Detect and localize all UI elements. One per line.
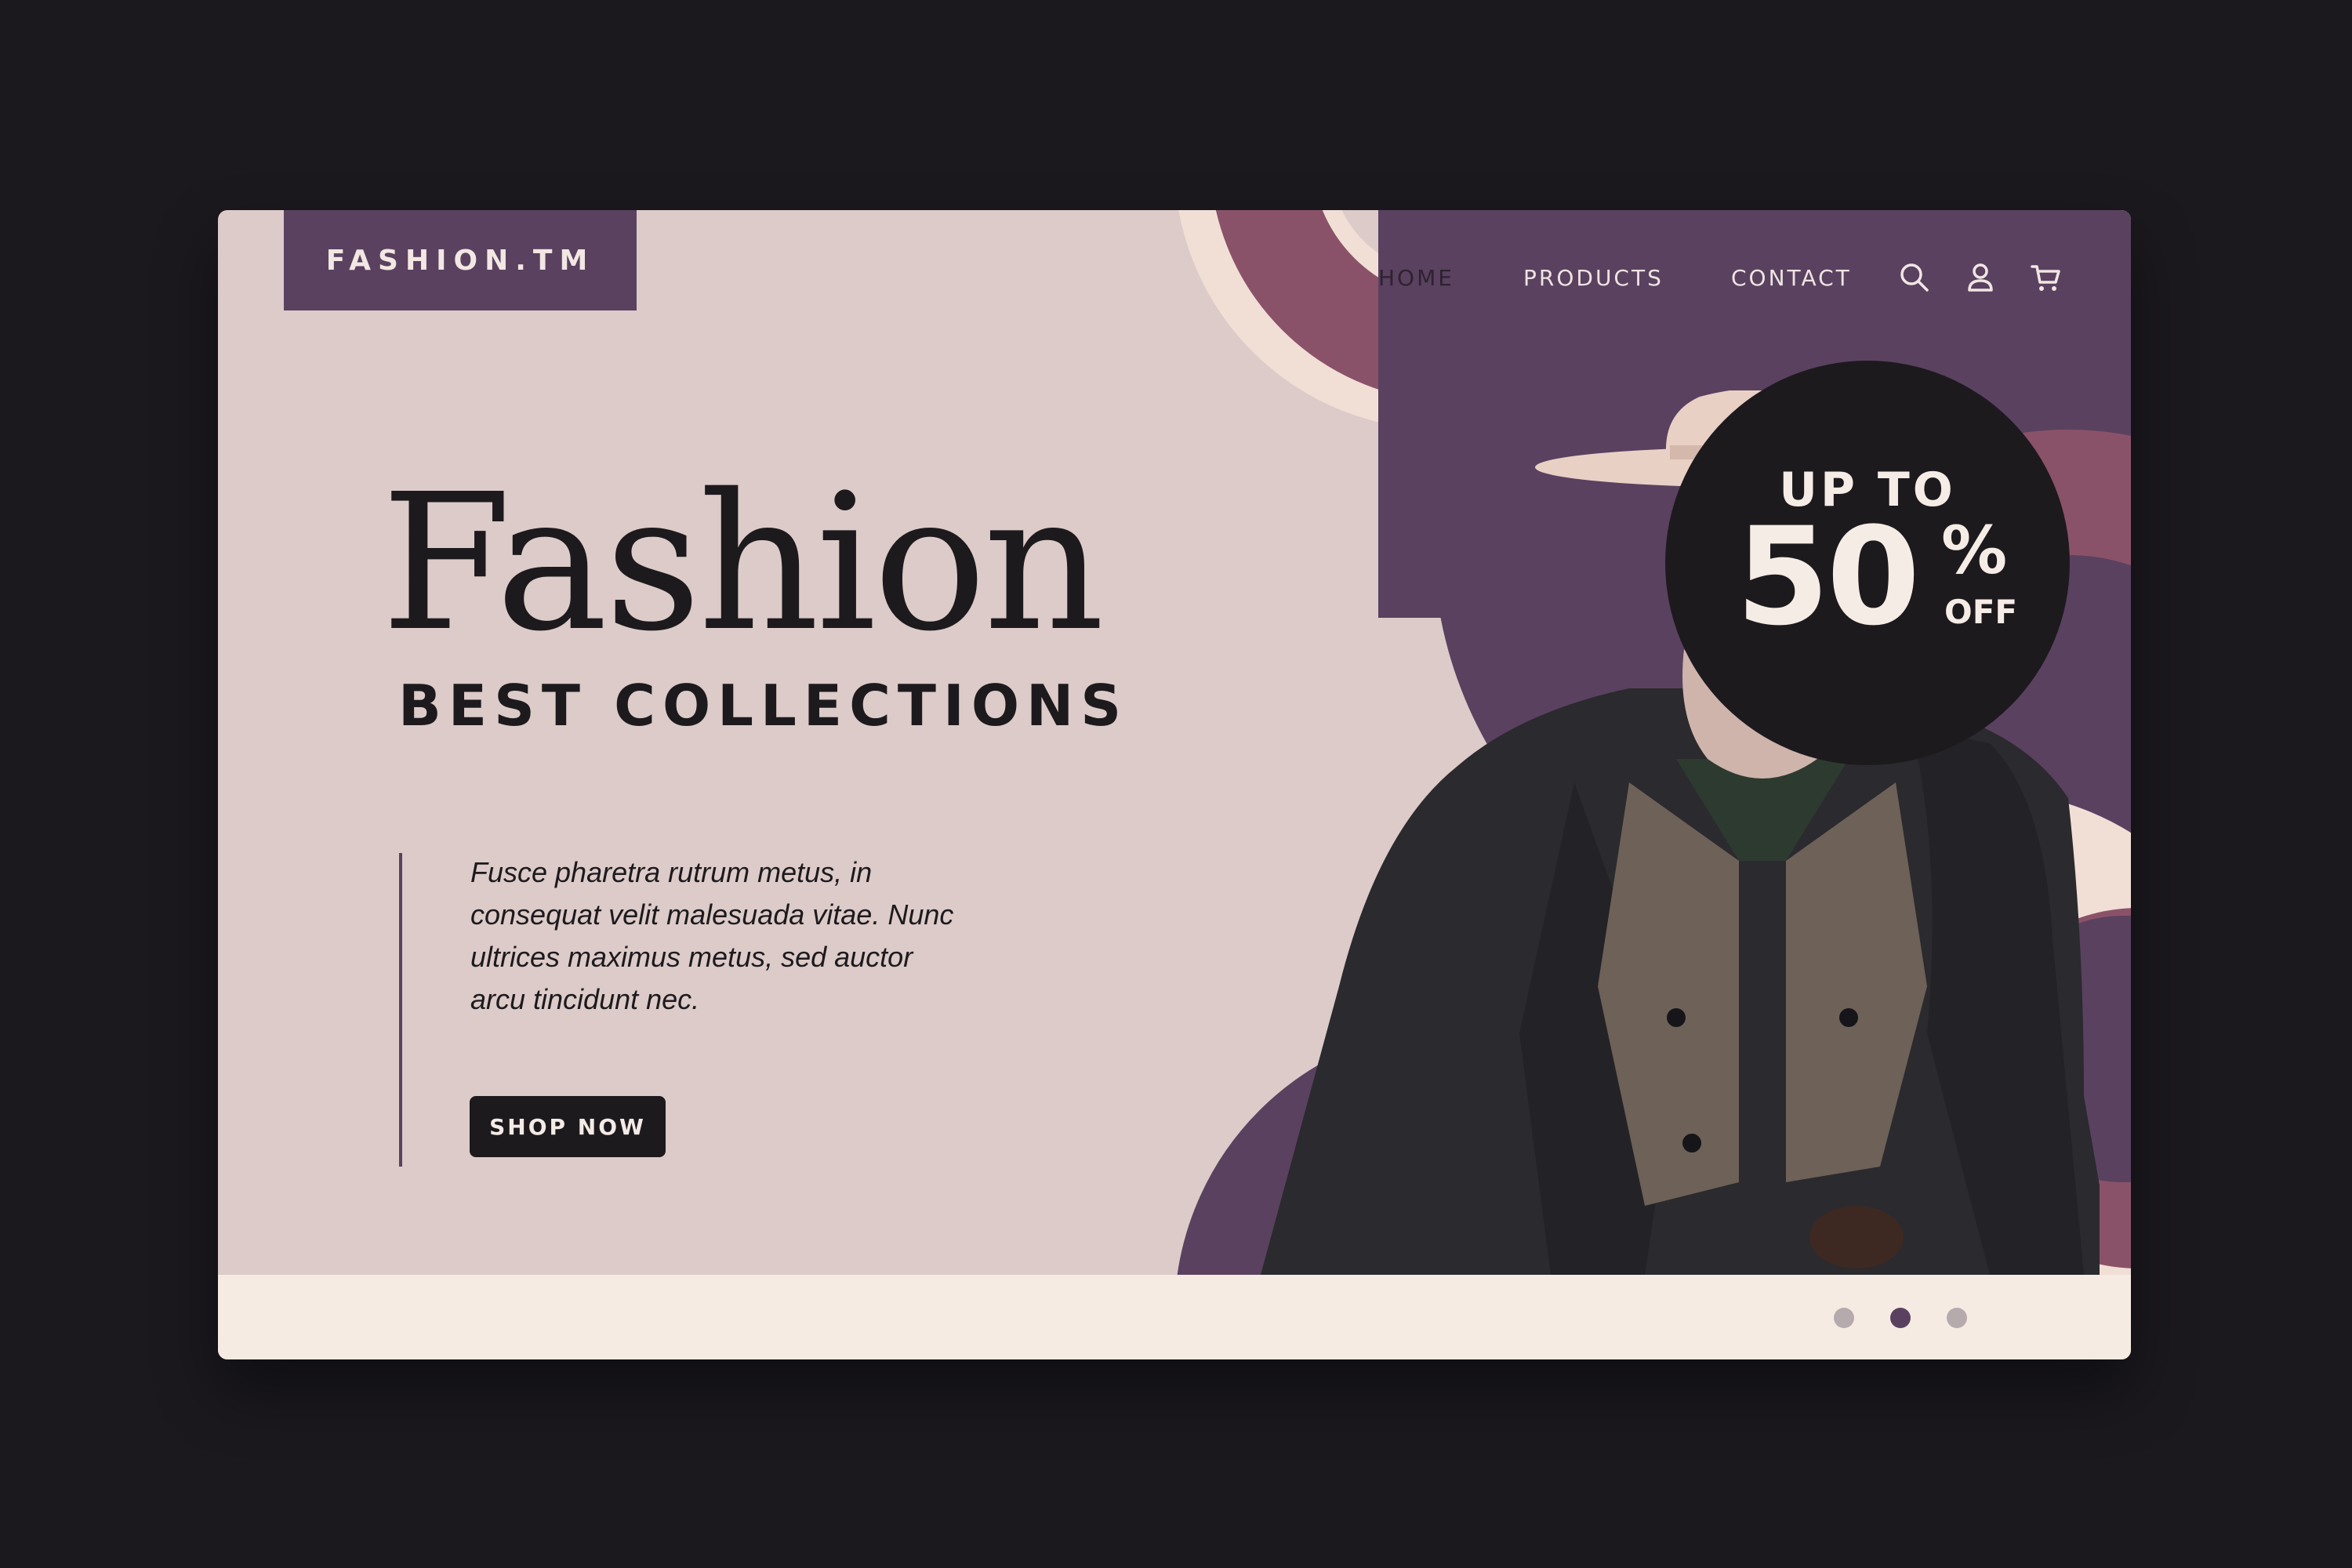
hero-description: Fusce pharetra rutrum metus, in consequa…	[470, 856, 954, 1015]
carousel-footer	[218, 1275, 2131, 1359]
badge-off-text: OFF	[1944, 593, 2018, 631]
nav-contact-link[interactable]: CONTACT	[1731, 265, 1852, 291]
user-icon[interactable]	[1963, 260, 1998, 295]
nav-products-link[interactable]: PRODUCTS	[1523, 265, 1664, 291]
hero-subtitle: BEST COLLECTIONS	[398, 673, 1129, 739]
nav-home-link[interactable]: HOME	[1378, 265, 1454, 291]
cart-icon[interactable]	[2029, 260, 2063, 295]
shop-now-button[interactable]: SHOP NOW	[470, 1096, 666, 1157]
carousel-dot-1[interactable]	[1834, 1308, 1854, 1328]
discount-badge: UP TO 50 % OFF	[1665, 361, 2070, 765]
carousel-dot-2-active[interactable]	[1890, 1308, 1911, 1328]
page-background: FASHION.TM HOME PRODUCTS CONTACT Fashion…	[0, 0, 2352, 1568]
top-navigation: HOME PRODUCTS CONTACT	[218, 260, 2131, 299]
description-divider	[399, 853, 402, 1167]
badge-percent-sign: %	[1941, 512, 2008, 589]
hero-title: Fashion	[381, 453, 1105, 673]
search-icon[interactable]	[1897, 260, 1932, 295]
landing-page-card: FASHION.TM HOME PRODUCTS CONTACT Fashion…	[218, 210, 2131, 1359]
carousel-dot-3[interactable]	[1947, 1308, 1967, 1328]
badge-percentage-value: 50	[1736, 498, 1920, 655]
